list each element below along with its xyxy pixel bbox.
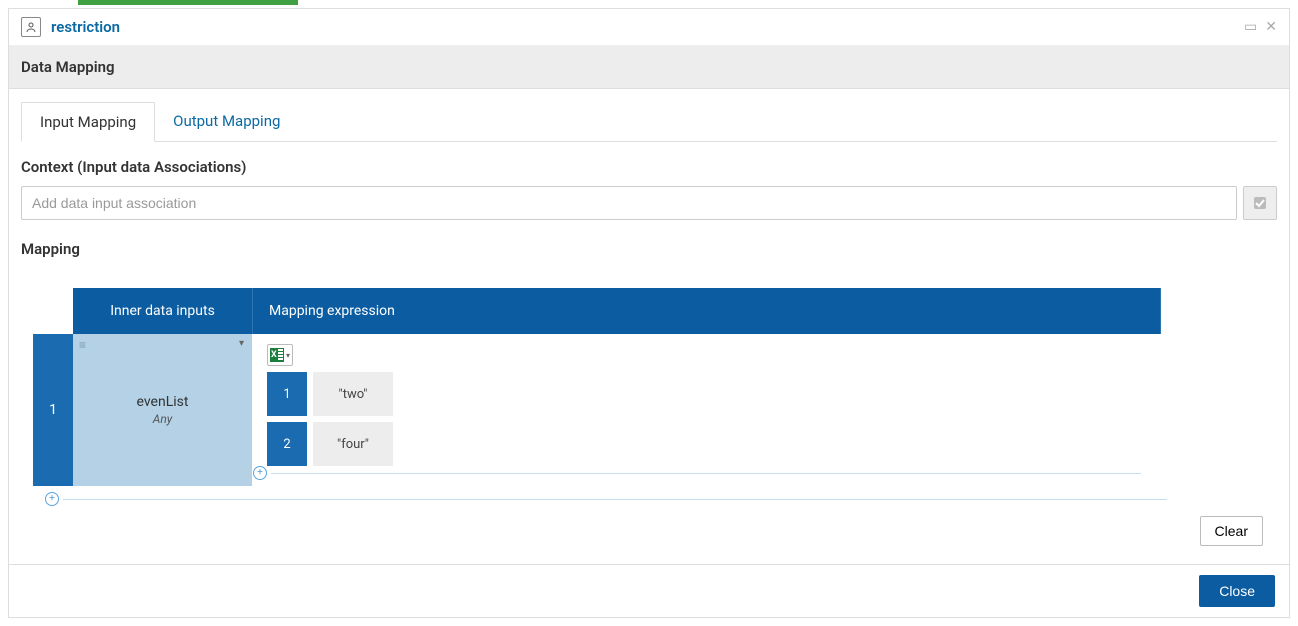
dialog-header: restriction ▭ ✕ — [9, 9, 1289, 46]
col-header-inner-inputs[interactable]: Inner data inputs — [73, 288, 253, 334]
add-icon[interactable]: + — [253, 466, 267, 480]
dialog-title: restriction — [51, 18, 120, 36]
dialog-footer: Close — [9, 564, 1289, 617]
mapping-section: 1 Inner data inputs Mapping expression ≡… — [33, 288, 1277, 506]
context-heading: Context (Input data Associations) — [21, 158, 1277, 176]
add-list-item-bar: + — [253, 466, 1141, 480]
tab-output-mapping[interactable]: Output Mapping — [155, 102, 298, 142]
check-icon — [1253, 196, 1267, 210]
mapping-header-row: Inner data inputs Mapping expression — [73, 288, 1161, 334]
close-button[interactable]: Close — [1199, 575, 1275, 607]
mapping-footer: Clear — [21, 506, 1277, 556]
row-number-column: 1 — [33, 288, 73, 486]
close-icon[interactable]: ✕ — [1265, 19, 1277, 35]
add-mapping-row-bar: + — [45, 492, 1167, 506]
inner-input-type: Any — [153, 412, 173, 426]
maximize-icon[interactable]: ▭ — [1244, 19, 1257, 35]
tab-input-mapping[interactable]: Input Mapping — [21, 102, 155, 142]
list-row: 1 "two" — [267, 372, 1147, 416]
row-number[interactable]: 1 — [33, 334, 73, 486]
add-icon[interactable]: + — [45, 492, 59, 506]
chevron-down-icon: ▾ — [286, 351, 290, 360]
drag-handle-icon[interactable]: ≡ — [79, 338, 87, 352]
mapping-expression-cell[interactable]: ▾ 1 "two" 2 "four" — [253, 334, 1161, 486]
node-icon — [21, 17, 41, 37]
clear-button[interactable]: Clear — [1200, 516, 1263, 546]
mapping-body-row: ≡ ▾ evenList Any ▾ — [73, 334, 1161, 486]
list-value[interactable]: "four" — [313, 422, 393, 466]
mapping-tabs: Input Mapping Output Mapping — [21, 101, 1277, 142]
mapping-table: 1 Inner data inputs Mapping expression ≡… — [33, 288, 1277, 486]
inner-input-name: evenList — [137, 394, 189, 410]
list-index[interactable]: 1 — [267, 372, 307, 416]
context-confirm-button[interactable] — [1243, 186, 1277, 220]
list-index[interactable]: 2 — [267, 422, 307, 466]
context-input-row — [21, 186, 1277, 220]
section-title: Data Mapping — [9, 46, 1289, 89]
context-input[interactable] — [21, 186, 1237, 220]
inner-input-cell[interactable]: ≡ ▾ evenList Any — [73, 334, 253, 486]
col-header-mapping-expression[interactable]: Mapping expression — [253, 288, 1161, 334]
dialog-content: Input Mapping Output Mapping Context (In… — [9, 89, 1289, 572]
top-accent-bar — [78, 0, 298, 5]
chevron-down-icon[interactable]: ▾ — [239, 338, 244, 349]
list-row: 2 "four" — [267, 422, 1147, 466]
list-value[interactable]: "two" — [313, 372, 393, 416]
expression-type-selector[interactable]: ▾ — [267, 344, 293, 366]
mapping-heading: Mapping — [21, 240, 1277, 258]
spreadsheet-icon — [270, 348, 284, 362]
data-mapping-dialog: restriction ▭ ✕ Data Mapping Input Mappi… — [8, 8, 1290, 618]
list-literal-table: 1 "two" 2 "four" — [267, 372, 1147, 466]
